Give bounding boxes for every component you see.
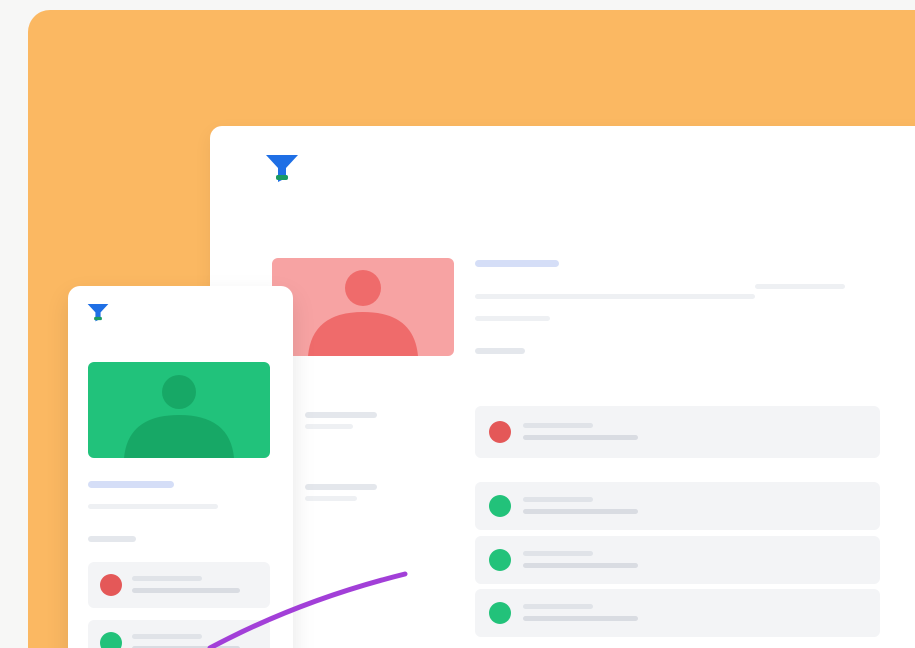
list-item-title-placeholder [523,497,593,502]
profile-card-back [210,126,915,648]
list-item[interactable] [88,562,270,608]
illustration [0,0,915,648]
list-item-title-placeholder [523,551,593,556]
field-value-placeholder [305,424,353,429]
user-silhouette-icon [88,362,270,458]
list-item-title-placeholder [523,423,593,428]
status-dot [100,632,122,648]
user-silhouette-icon [272,258,454,356]
list-item[interactable] [475,589,880,637]
name-placeholder [88,481,174,488]
list-item-subtitle-placeholder [523,563,638,568]
detail-placeholder [475,348,525,354]
profile-card-front [68,286,293,648]
status-dot [100,574,122,596]
detail-placeholder [88,536,136,542]
list-item[interactable] [88,620,270,648]
list-item[interactable] [475,536,880,584]
detail-placeholder [88,504,218,509]
list-item-subtitle-placeholder [523,435,638,440]
status-dot [489,421,511,443]
detail-placeholder [755,284,845,289]
field-label-placeholder [305,412,377,418]
list-item-subtitle-placeholder [523,509,638,514]
status-dot [489,495,511,517]
avatar [272,258,454,356]
list-item[interactable] [475,482,880,530]
list-item-subtitle-placeholder [523,616,638,621]
detail-placeholder [475,294,755,299]
status-dot [489,549,511,571]
list-item[interactable] [475,406,880,458]
funnel-icon [266,155,298,182]
list-item-title-placeholder [132,576,202,581]
list-item-title-placeholder [523,604,593,609]
name-placeholder [475,260,559,267]
list-item-subtitle-placeholder [132,588,240,593]
list-item-title-placeholder [132,634,202,639]
detail-placeholder [475,316,550,321]
field-label-placeholder [305,484,377,490]
field-value-placeholder [305,496,357,501]
avatar [88,362,270,458]
status-dot [489,602,511,624]
funnel-icon [87,303,109,322]
